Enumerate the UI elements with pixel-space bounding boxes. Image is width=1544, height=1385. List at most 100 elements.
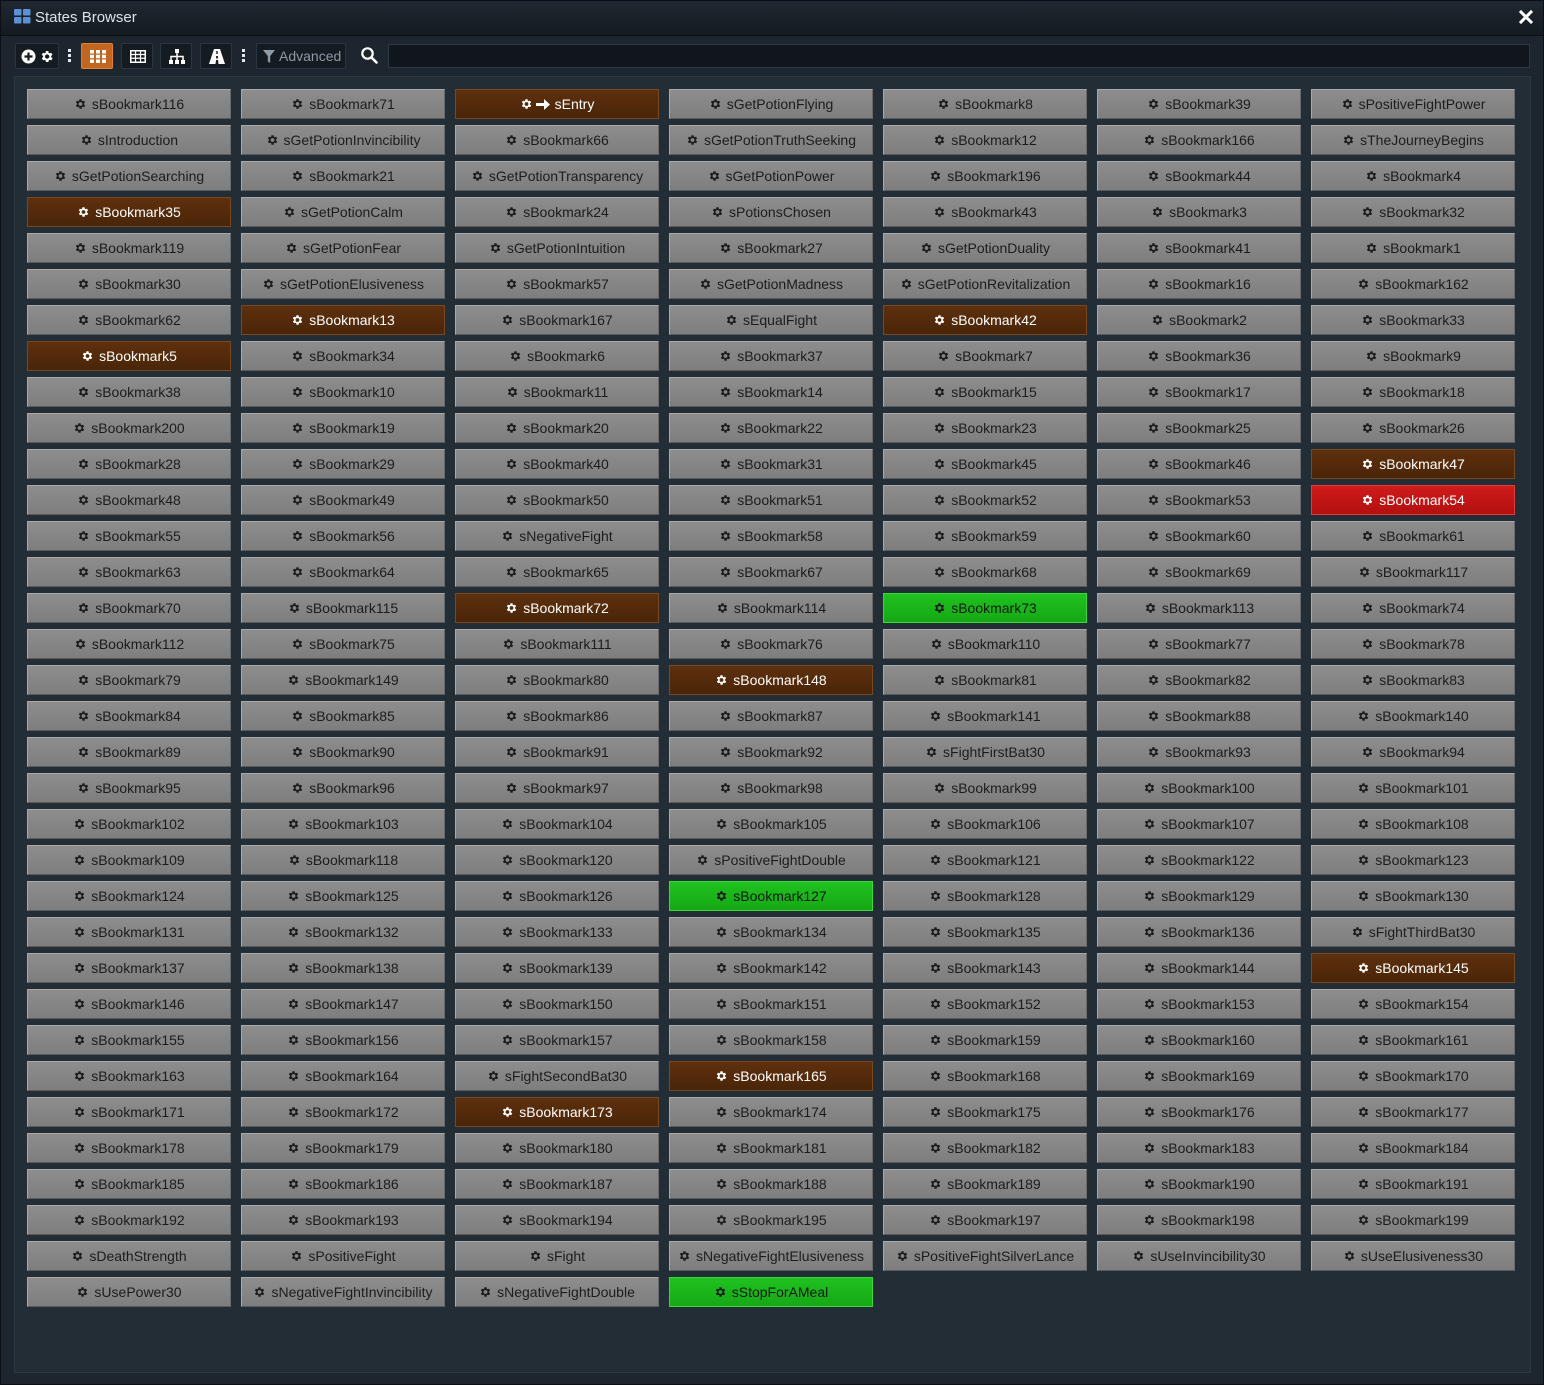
- state-tile[interactable]: sBookmark117: [1311, 557, 1515, 587]
- state-tile[interactable]: sGetPotionFlying: [669, 89, 873, 119]
- advanced-filter-button[interactable]: Advanced: [256, 43, 346, 69]
- state-tile[interactable]: sBookmark118: [241, 845, 445, 875]
- state-tile[interactable]: sBookmark56: [241, 521, 445, 551]
- state-tile[interactable]: sBookmark129: [1097, 881, 1301, 911]
- state-tile[interactable]: sBookmark44: [1097, 161, 1301, 191]
- close-icon[interactable]: [1518, 9, 1534, 25]
- state-tile[interactable]: sPotionsChosen: [669, 197, 873, 227]
- state-tile[interactable]: sBookmark165: [669, 1061, 873, 1091]
- search-icon[interactable]: [361, 47, 378, 64]
- state-tile[interactable]: sBookmark32: [1311, 197, 1515, 227]
- state-tile[interactable]: sBookmark100: [1097, 773, 1301, 803]
- state-tile[interactable]: sBookmark8: [883, 89, 1087, 119]
- state-tile[interactable]: sBookmark104: [455, 809, 659, 839]
- state-tile[interactable]: sBookmark162: [1311, 269, 1515, 299]
- state-tile[interactable]: sBookmark158: [669, 1025, 873, 1055]
- state-tile[interactable]: sBookmark79: [27, 665, 231, 695]
- state-tile[interactable]: sBookmark58: [669, 521, 873, 551]
- state-tile[interactable]: sBookmark41: [1097, 233, 1301, 263]
- state-tile[interactable]: sBookmark137: [27, 953, 231, 983]
- state-tile[interactable]: sBookmark51: [669, 485, 873, 515]
- state-tile[interactable]: sBookmark18: [1311, 377, 1515, 407]
- state-tile[interactable]: sBookmark135: [883, 917, 1087, 947]
- state-tile[interactable]: sBookmark4: [1311, 161, 1515, 191]
- state-tile[interactable]: sBookmark69: [1097, 557, 1301, 587]
- state-tile[interactable]: sBookmark106: [883, 809, 1087, 839]
- state-tile[interactable]: sBookmark38: [27, 377, 231, 407]
- state-tile[interactable]: sBookmark131: [27, 917, 231, 947]
- state-tile[interactable]: sBookmark15: [883, 377, 1087, 407]
- state-tile[interactable]: sBookmark61: [1311, 521, 1515, 551]
- state-tile[interactable]: sBookmark111: [455, 629, 659, 659]
- state-tile[interactable]: sBookmark35: [27, 197, 231, 227]
- state-tile[interactable]: sGetPotionIntuition: [455, 233, 659, 263]
- state-tile[interactable]: sBookmark67: [669, 557, 873, 587]
- state-tile[interactable]: sBookmark150: [455, 989, 659, 1019]
- state-tile[interactable]: sBookmark119: [27, 233, 231, 263]
- state-tile[interactable]: sBookmark138: [241, 953, 445, 983]
- state-tile[interactable]: sBookmark182: [883, 1133, 1087, 1163]
- state-tile[interactable]: sBookmark139: [455, 953, 659, 983]
- state-tile[interactable]: sBookmark97: [455, 773, 659, 803]
- state-tile[interactable]: sBookmark149: [241, 665, 445, 695]
- state-tile[interactable]: sBookmark1: [1311, 233, 1515, 263]
- state-tile[interactable]: sBookmark93: [1097, 737, 1301, 767]
- state-tile[interactable]: sBookmark65: [455, 557, 659, 587]
- state-tile[interactable]: sBookmark10: [241, 377, 445, 407]
- state-tile[interactable]: sBookmark142: [669, 953, 873, 983]
- state-tile[interactable]: sBookmark188: [669, 1169, 873, 1199]
- state-tile[interactable]: sBookmark134: [669, 917, 873, 947]
- state-tile[interactable]: sBookmark123: [1311, 845, 1515, 875]
- state-tile[interactable]: sBookmark130: [1311, 881, 1515, 911]
- state-tile[interactable]: sNegativeFight: [455, 521, 659, 551]
- state-tile[interactable]: sBookmark177: [1311, 1097, 1515, 1127]
- state-tile[interactable]: sBookmark64: [241, 557, 445, 587]
- state-tile[interactable]: sBookmark95: [27, 773, 231, 803]
- state-tile[interactable]: sBookmark102: [27, 809, 231, 839]
- state-tile[interactable]: sBookmark197: [883, 1205, 1087, 1235]
- state-tile[interactable]: sBookmark40: [455, 449, 659, 479]
- state-tile[interactable]: sBookmark112: [27, 629, 231, 659]
- state-tile[interactable]: sBookmark84: [27, 701, 231, 731]
- state-tile[interactable]: sBookmark92: [669, 737, 873, 767]
- state-tile[interactable]: sBookmark89: [27, 737, 231, 767]
- state-tile[interactable]: sBookmark161: [1311, 1025, 1515, 1055]
- state-tile[interactable]: sBookmark36: [1097, 341, 1301, 371]
- state-tile[interactable]: sBookmark136: [1097, 917, 1301, 947]
- state-tile[interactable]: sBookmark196: [883, 161, 1087, 191]
- state-tile[interactable]: sBookmark98: [669, 773, 873, 803]
- state-tile[interactable]: sBookmark146: [27, 989, 231, 1019]
- state-tile[interactable]: sBookmark189: [883, 1169, 1087, 1199]
- state-tile[interactable]: sBookmark133: [455, 917, 659, 947]
- state-tile[interactable]: sBookmark184: [1311, 1133, 1515, 1163]
- state-tile[interactable]: sPositiveFightDouble: [669, 845, 873, 875]
- state-tile[interactable]: sBookmark140: [1311, 701, 1515, 731]
- state-tile[interactable]: sBookmark43: [883, 197, 1087, 227]
- state-tile[interactable]: sBookmark27: [669, 233, 873, 263]
- state-tile[interactable]: sBookmark87: [669, 701, 873, 731]
- state-tile[interactable]: sBookmark62: [27, 305, 231, 335]
- state-tile[interactable]: sFight: [455, 1241, 659, 1271]
- state-tile[interactable]: sBookmark73: [883, 593, 1087, 623]
- state-tile[interactable]: sBookmark39: [1097, 89, 1301, 119]
- state-tile[interactable]: sBookmark198: [1097, 1205, 1301, 1235]
- state-tile[interactable]: sBookmark17: [1097, 377, 1301, 407]
- state-tile[interactable]: sBookmark128: [883, 881, 1087, 911]
- road-view-button[interactable]: [200, 43, 232, 69]
- state-tile[interactable]: sBookmark103: [241, 809, 445, 839]
- state-tile[interactable]: sBookmark74: [1311, 593, 1515, 623]
- state-tile[interactable]: sBookmark21: [241, 161, 445, 191]
- state-tile[interactable]: sTheJourneyBegins: [1311, 125, 1515, 155]
- state-tile[interactable]: sBookmark94: [1311, 737, 1515, 767]
- state-tile[interactable]: sBookmark25: [1097, 413, 1301, 443]
- state-tile[interactable]: sBookmark143: [883, 953, 1087, 983]
- state-tile[interactable]: sBookmark116: [27, 89, 231, 119]
- state-tile[interactable]: sBookmark163: [27, 1061, 231, 1091]
- state-tile[interactable]: sNegativeFightDouble: [455, 1277, 659, 1307]
- state-tile[interactable]: sBookmark148: [669, 665, 873, 695]
- state-tile[interactable]: sPositiveFight: [241, 1241, 445, 1271]
- state-tile[interactable]: sGetPotionSearching: [27, 161, 231, 191]
- state-tile[interactable]: sBookmark121: [883, 845, 1087, 875]
- state-tile[interactable]: sBookmark96: [241, 773, 445, 803]
- state-tile[interactable]: sBookmark71: [241, 89, 445, 119]
